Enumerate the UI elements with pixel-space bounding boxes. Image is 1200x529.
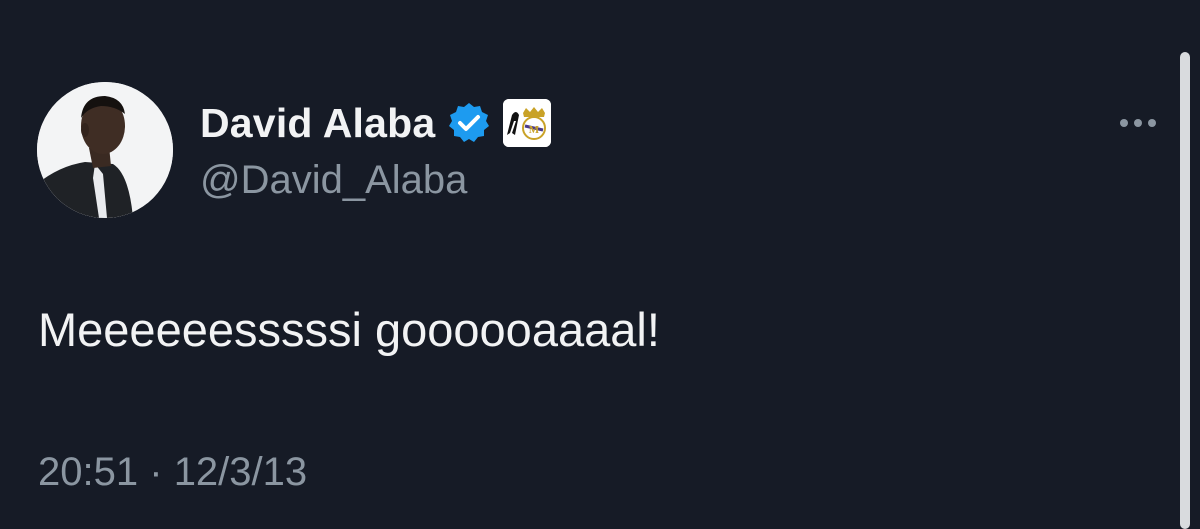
tweet-time: 20:51 xyxy=(38,450,139,494)
tweet-date: 12/3/13 xyxy=(173,450,308,494)
display-name-row: David Alaba M xyxy=(200,98,552,148)
more-options-icon xyxy=(1148,119,1156,127)
avatar-photo xyxy=(37,82,173,218)
more-options-icon xyxy=(1120,119,1128,127)
timestamp-separator: · xyxy=(149,450,163,494)
tweet-card: David Alaba M @David_Alaba Meeeeeesssssi… xyxy=(0,0,1200,529)
tweet-timestamp[interactable]: 20:51 · 12/3/13 xyxy=(38,444,307,500)
more-options-icon xyxy=(1134,119,1142,127)
svg-text:M: M xyxy=(529,124,540,136)
tweet-text: Meeeeeesssssi goooooaaaal! xyxy=(38,303,660,356)
scrollbar[interactable] xyxy=(1180,52,1190,529)
verified-badge-icon xyxy=(447,101,491,145)
display-name[interactable]: David Alaba xyxy=(200,98,435,148)
avatar[interactable] xyxy=(37,82,173,218)
club-crest-icon: M xyxy=(503,99,552,147)
user-handle[interactable]: @David_Alaba xyxy=(200,155,467,205)
more-options-button[interactable] xyxy=(1108,106,1168,140)
